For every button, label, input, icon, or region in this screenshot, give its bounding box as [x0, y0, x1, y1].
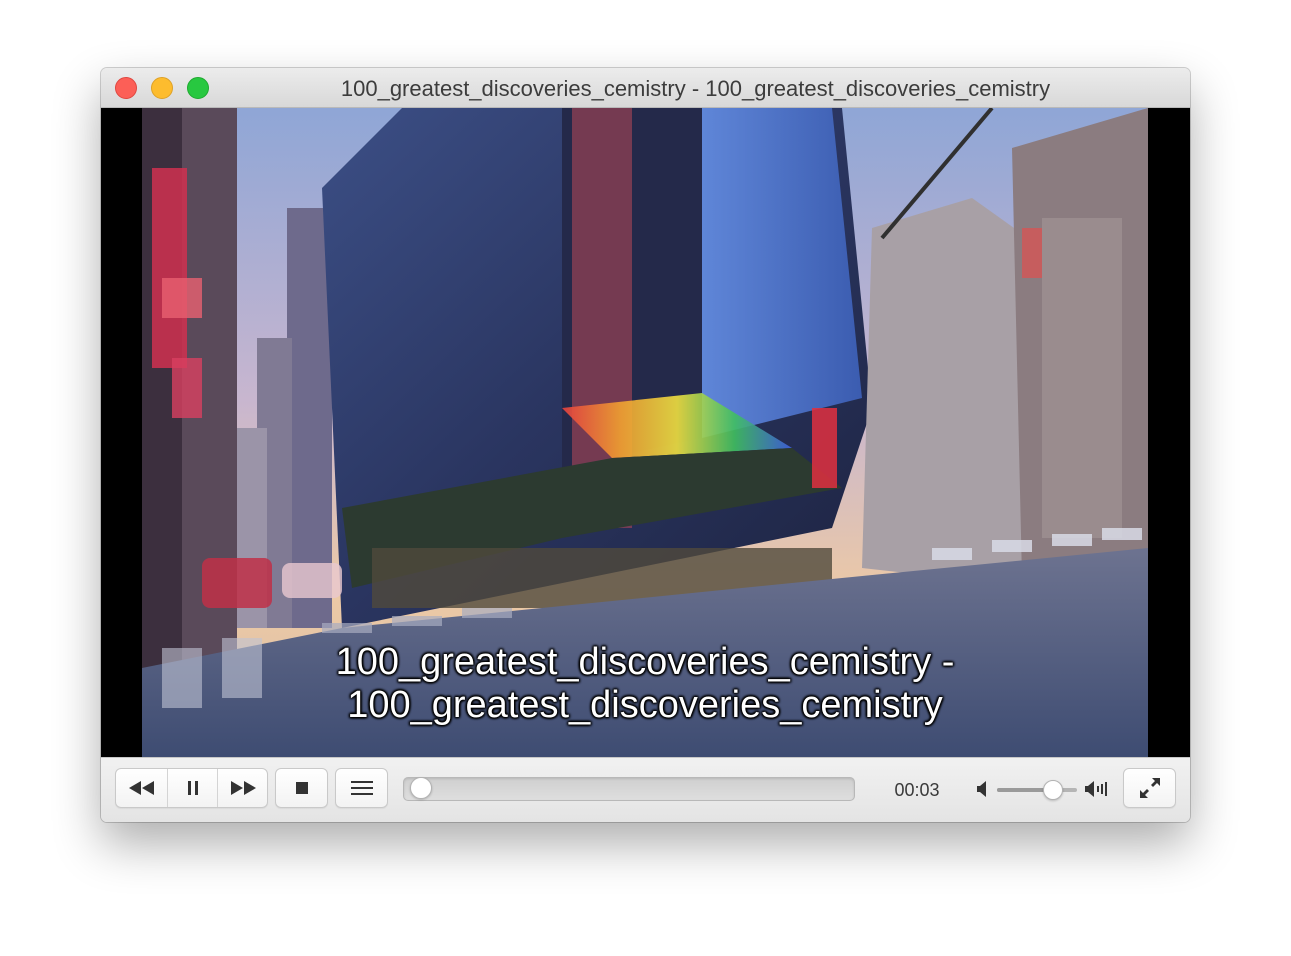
seek-bar[interactable] — [403, 777, 855, 801]
volume-max-icon[interactable] — [1084, 779, 1108, 799]
video-frame: 100_greatest_discoveries_cemistry - 100_… — [142, 108, 1148, 757]
subtitle-overlay: 100_greatest_discoveries_cemistry - 100_… — [142, 641, 1148, 727]
rewind-icon — [128, 781, 154, 795]
volume-slider[interactable] — [997, 780, 1077, 800]
time-elapsed: 00:03 — [894, 780, 940, 800]
pause-icon — [187, 781, 198, 795]
stop-button[interactable] — [275, 768, 328, 808]
fast-forward-button[interactable] — [218, 769, 267, 807]
minimize-button[interactable] — [151, 77, 173, 99]
title-bar[interactable]: 100_greatest_discoveries_cemistry - 100_… — [101, 68, 1190, 108]
transport-buttons — [115, 768, 268, 808]
stop-icon — [295, 782, 308, 794]
fast-forward-icon — [230, 781, 256, 795]
window-title: 100_greatest_discoveries_cemistry - 100_… — [340, 76, 1051, 101]
subtitle-line-1: 100_greatest_discoveries_cemistry - — [335, 641, 955, 683]
volume-knob[interactable] — [1043, 780, 1063, 800]
pause-button[interactable] — [168, 769, 218, 807]
rewind-button[interactable] — [116, 769, 168, 807]
subtitle-line-2: 100_greatest_discoveries_cemistry — [347, 684, 943, 726]
volume-min-icon[interactable] — [976, 779, 990, 799]
fullscreen-button[interactable] — [1123, 768, 1176, 808]
playlist-button[interactable] — [335, 768, 388, 808]
fullscreen-icon — [1139, 778, 1160, 798]
video-area[interactable]: 100_greatest_discoveries_cemistry - 100_… — [101, 108, 1190, 757]
player-window: 100_greatest_discoveries_cemistry - 100_… — [101, 68, 1190, 822]
close-button[interactable] — [115, 77, 137, 99]
zoom-button[interactable] — [187, 77, 209, 99]
seek-knob[interactable] — [410, 777, 433, 799]
control-bar: 00:03 — [101, 757, 1190, 822]
playlist-icon — [350, 781, 373, 795]
